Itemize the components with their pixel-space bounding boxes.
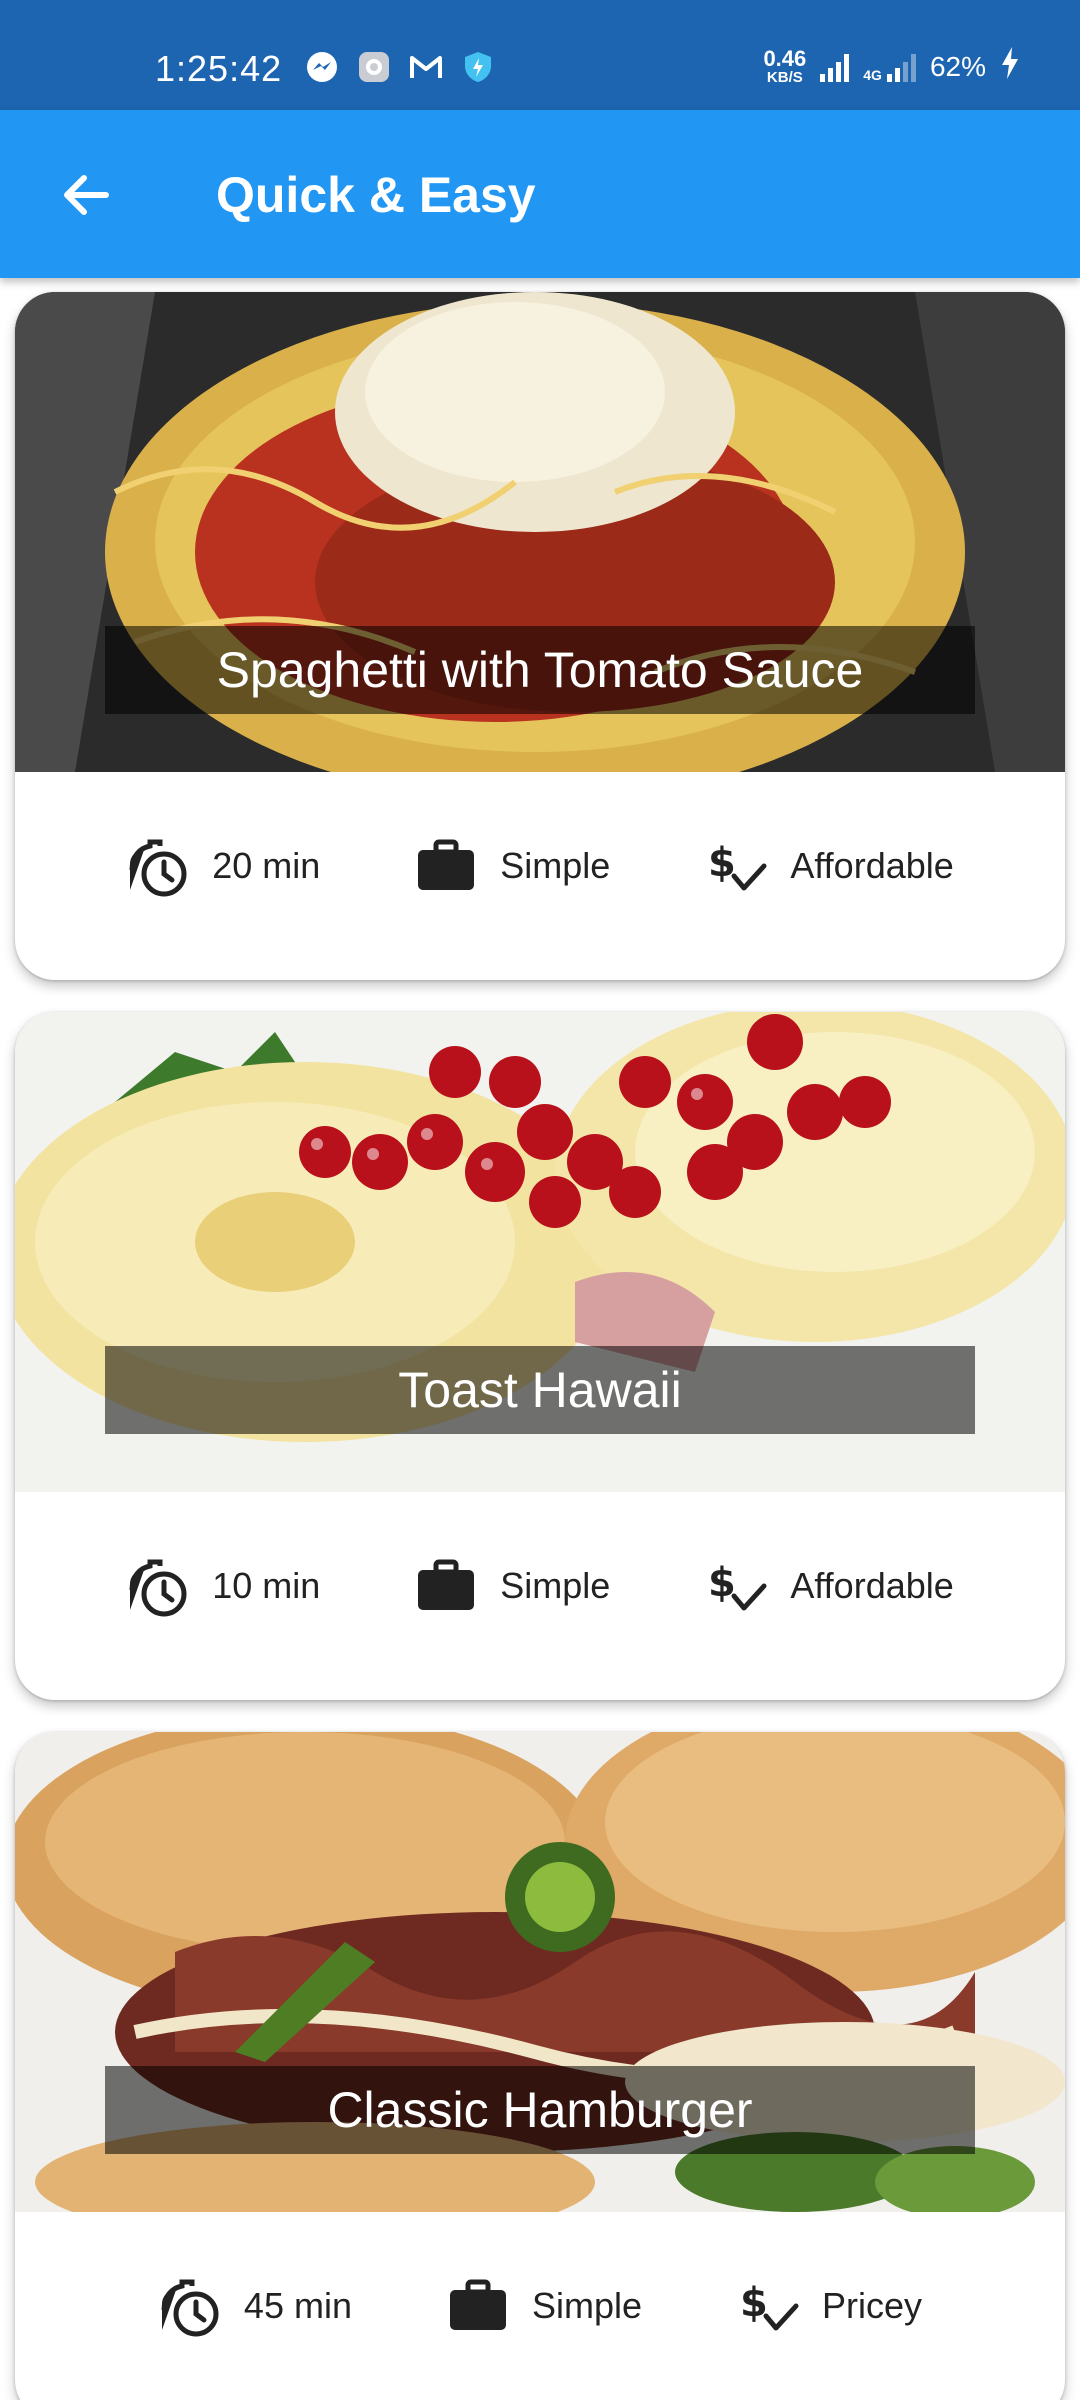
recipe-title-band: Spaghetti with Tomato Sauce <box>105 626 975 714</box>
network-type: 4G <box>863 66 882 83</box>
complexity-label: Simple <box>500 845 611 886</box>
network-speed: 0.46 KB/S <box>763 46 807 86</box>
recipe-title: Classic Hamburger <box>327 2082 753 2138</box>
recipe-title-band: Toast Hawaii <box>105 1346 975 1434</box>
svg-text:$: $ <box>708 840 736 886</box>
mobile-data-icon: 4G <box>863 52 916 82</box>
recipe-card[interactable]: Spaghetti with Tomato Sauce 20 min Simpl… <box>15 292 1065 980</box>
shield-icon <box>461 50 495 84</box>
app-bar: Quick & Easy <box>0 110 1080 278</box>
duration-label: 45 min <box>243 2285 352 2326</box>
status-right: 0.46 KB/S 4G 62% <box>763 46 1020 87</box>
charging-icon <box>1000 46 1020 87</box>
briefcase-icon <box>414 1554 478 1618</box>
schedule-icon <box>158 2274 222 2338</box>
settings-app-icon <box>357 50 391 84</box>
recipe-image: Toast Hawaii <box>15 1012 1065 1492</box>
recipe-image: Spaghetti with Tomato Sauce <box>15 292 1065 772</box>
price-check-icon: $ <box>704 1554 768 1618</box>
price-check-icon: $ <box>736 2274 800 2338</box>
page-title: Quick & Easy <box>216 167 536 223</box>
recipe-meta: 45 min Simple $ Pricey <box>15 2212 1065 2400</box>
battery-level: 62% <box>929 50 986 82</box>
status-time: 1:25:42 <box>155 48 283 89</box>
gmail-icon <box>409 50 443 84</box>
schedule-icon <box>126 834 190 898</box>
briefcase-icon <box>414 834 478 898</box>
affordability: $ Pricey <box>736 2274 922 2338</box>
signal-strength-icon <box>820 52 850 82</box>
complexity: Simple <box>446 2274 642 2338</box>
recipe-title: Toast Hawaii <box>398 1362 682 1418</box>
svg-text:$: $ <box>708 1560 736 1606</box>
affordability: $ Affordable <box>704 1554 954 1618</box>
recipe-meta: 10 min Simple $ Affordable <box>15 1492 1065 1700</box>
recipe-list[interactable]: Spaghetti with Tomato Sauce 20 min Simpl… <box>0 278 1080 2400</box>
recipe-card[interactable]: Toast Hawaii 10 min Simple $ Affordable <box>15 1012 1065 1700</box>
recipe-title: Spaghetti with Tomato Sauce <box>216 642 864 698</box>
recipe-title-band: Classic Hamburger <box>105 2066 975 2154</box>
complexity: Simple <box>414 1554 610 1618</box>
arrow-back-icon <box>64 175 109 215</box>
notification-icons <box>305 50 495 84</box>
duration: 45 min <box>158 2274 352 2338</box>
recipe-image: Classic Hamburger <box>15 1732 1065 2212</box>
affordability-label: Affordable <box>790 845 954 886</box>
network-speed-value: 0.46 <box>763 46 807 71</box>
recipe-meta: 20 min Simple $ Affordable <box>15 772 1065 980</box>
complexity: Simple <box>414 834 610 898</box>
recipe-card[interactable]: Classic Hamburger 45 min Simple $ Pricey <box>15 1732 1065 2400</box>
duration: 10 min <box>126 1554 320 1618</box>
affordability-label: Pricey <box>822 2285 923 2326</box>
svg-text:$: $ <box>740 2280 768 2326</box>
back-button[interactable] <box>50 160 120 230</box>
schedule-icon <box>126 1554 190 1618</box>
duration-label: 20 min <box>212 845 321 886</box>
affordability-label: Affordable <box>790 1565 954 1606</box>
complexity-label: Simple <box>531 2285 643 2326</box>
affordability: $ Affordable <box>704 834 954 898</box>
status-bar: 1:25:42 0.46 KB/S 4G 62% <box>0 0 1080 110</box>
duration-label: 10 min <box>212 1565 321 1606</box>
network-speed-unit: KB/S <box>766 69 803 86</box>
duration: 20 min <box>126 834 320 898</box>
briefcase-icon <box>446 2274 510 2338</box>
complexity-label: Simple <box>500 1565 611 1606</box>
messenger-icon <box>305 50 339 84</box>
price-check-icon: $ <box>704 834 768 898</box>
